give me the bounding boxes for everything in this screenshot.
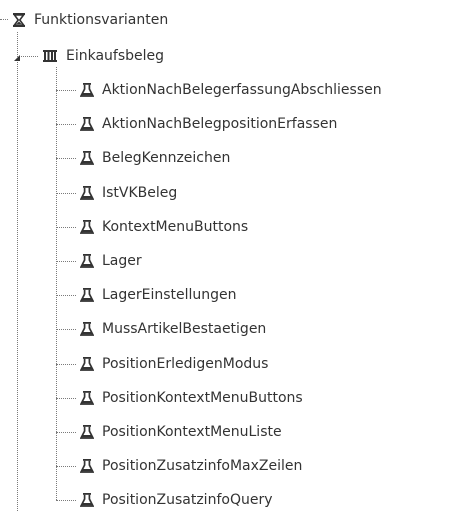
tree-node-item[interactable]: AktionNachBelegerfassungAbschliessen (80, 80, 382, 100)
tree-node-item[interactable]: AktionNachBelegpositionErfassen (80, 114, 337, 134)
flask-icon (80, 390, 94, 406)
flask-icon (80, 185, 94, 201)
flask-icon (80, 287, 94, 303)
flask-icon (80, 116, 94, 132)
flask-icon (80, 82, 94, 98)
flask-icon (80, 458, 94, 474)
tree-node-item-label: KontextMenuButtons (102, 219, 249, 235)
tree-connector-item-h (56, 158, 76, 159)
tree-connector-item-h (56, 466, 76, 467)
hourglass-icon (12, 12, 26, 28)
tree-node-item-label: PositionKontextMenuListe (102, 424, 282, 440)
tree-node-item[interactable]: PositionKontextMenuButtons (80, 388, 303, 408)
flask-icon (80, 150, 94, 166)
tree-connector-item-h (56, 261, 76, 262)
tree-node-item-label: LagerEinstellungen (102, 287, 237, 303)
book-pages-icon (42, 48, 58, 64)
tree-connector-item-h (56, 124, 76, 125)
tree-view: Funktionsvarianten Einkaufsbeleg AktionN… (0, 0, 455, 511)
tree-connector-item-h (56, 329, 76, 330)
flask-icon (80, 492, 94, 508)
tree-connector-item-h (56, 500, 76, 501)
tree-connector-item-h (56, 364, 76, 365)
flask-icon (80, 356, 94, 372)
tree-node-item[interactable]: KontextMenuButtons (80, 217, 248, 237)
tree-node-item-label: IstVKBeleg (102, 185, 178, 201)
tree-node-item-label: AktionNachBelegpositionErfassen (102, 116, 338, 132)
tree-node-item-label: Lager (102, 253, 142, 269)
tree-connector-item-h (56, 398, 76, 399)
tree-node-root[interactable]: Funktionsvarianten (12, 10, 168, 30)
tree-node-item-label: PositionZusatzinfoQuery (102, 492, 273, 508)
tree-node-item[interactable]: PositionKontextMenuListe (80, 422, 282, 442)
tree-node-item-label: MussArtikelBestaetigen (102, 321, 267, 337)
flask-icon (80, 219, 94, 235)
tree-node-item-label: PositionKontextMenuButtons (102, 390, 303, 406)
tree-node-item-label: PositionZusatzinfoMaxZeilen (102, 458, 303, 474)
flask-icon (80, 253, 94, 269)
flask-icon (80, 424, 94, 440)
tree-connector-group (56, 67, 57, 500)
tree-node-item[interactable]: IstVKBeleg (80, 183, 177, 203)
expand-arrow-icon[interactable] (12, 51, 22, 61)
tree-node-item[interactable]: MussArtikelBestaetigen (80, 319, 266, 339)
tree-node-item-label: AktionNachBelegerfassungAbschliessen (102, 82, 382, 98)
tree-node-item[interactable]: BelegKennzeichen (80, 148, 230, 168)
tree-connector-item-h (56, 193, 76, 194)
tree-node-item[interactable]: LagerEinstellungen (80, 285, 237, 305)
tree-node-root-label: Funktionsvarianten (34, 12, 169, 28)
tree-node-group-label: Einkaufsbeleg (66, 48, 165, 64)
flask-icon (80, 321, 94, 337)
tree-node-item-label: PositionErledigenModus (102, 356, 269, 372)
tree-node-item[interactable]: PositionErledigenModus (80, 354, 268, 374)
tree-node-group[interactable]: Einkaufsbeleg (42, 46, 164, 66)
tree-node-item-label: BelegKennzeichen (102, 150, 231, 166)
tree-connector-root-h (0, 19, 8, 20)
tree-connector-item-h (56, 227, 76, 228)
tree-connector-item-h (56, 432, 76, 433)
tree-connector-item-h (56, 90, 76, 91)
tree-connector-item-h (56, 295, 76, 296)
tree-connector-root (17, 32, 18, 511)
tree-node-item[interactable]: PositionZusatzinfoQuery (80, 490, 273, 510)
tree-node-item[interactable]: Lager (80, 251, 142, 271)
tree-node-item[interactable]: PositionZusatzinfoMaxZeilen (80, 456, 302, 476)
